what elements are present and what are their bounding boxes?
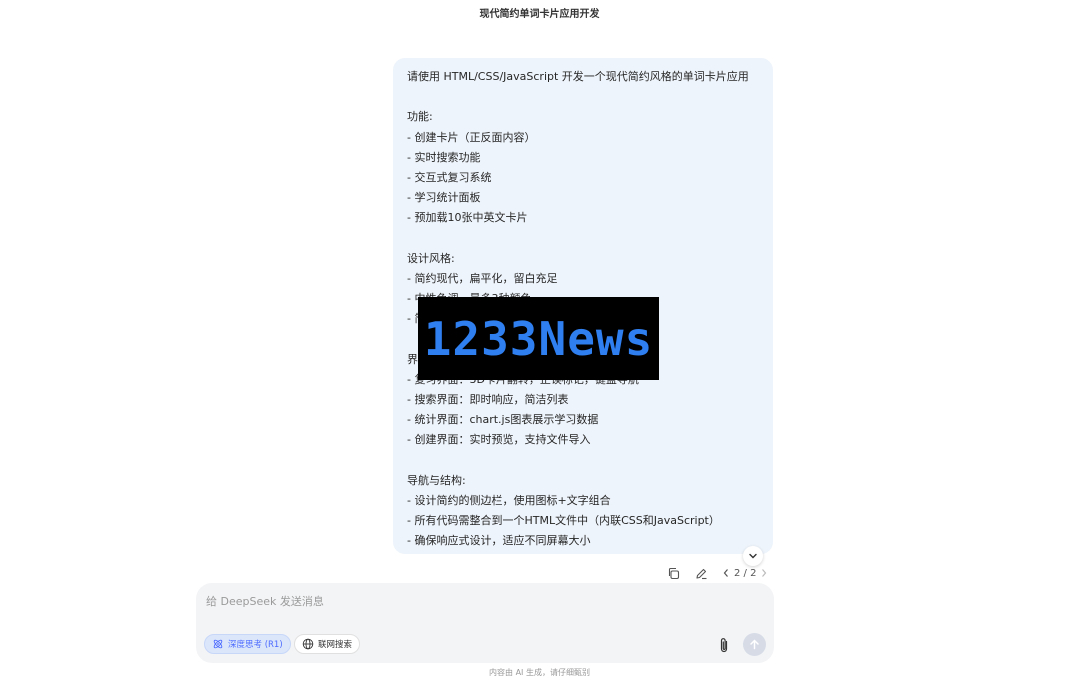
paperclip-icon bbox=[720, 637, 728, 652]
watermark-overlay: 1233News bbox=[418, 297, 659, 380]
message-line bbox=[407, 451, 759, 471]
previous-version-button[interactable] bbox=[720, 566, 732, 580]
watermark-text: 1233News bbox=[423, 311, 654, 366]
message-line: - 预加载10张中英文卡片 bbox=[407, 211, 528, 225]
version-counter: 2 / 2 bbox=[734, 567, 757, 579]
chevron-down-icon bbox=[749, 553, 757, 559]
message-line: - 搜索界面：即时响应，简洁列表 bbox=[407, 393, 569, 406]
version-pager: 2 / 2 bbox=[720, 566, 770, 580]
message-line: - 简约现代，扁平化，留白充足 bbox=[407, 271, 558, 285]
web-search-toggle[interactable]: 联网搜索 bbox=[294, 634, 361, 654]
atom-icon bbox=[213, 639, 223, 649]
message-line bbox=[407, 87, 759, 107]
conversation-title: 现代简约单词卡片应用开发 bbox=[479, 9, 600, 20]
deep-think-label: 深度思考 (R1) bbox=[228, 640, 283, 650]
send-button[interactable] bbox=[743, 633, 766, 656]
message-line: 请使用 HTML/CSS/JavaScript 开发一个现代简约风格的单词卡片应… bbox=[407, 70, 749, 83]
message-line: - 交互式复习系统 bbox=[407, 170, 492, 184]
message-composer: 深度思考 (R1) 联网搜索 bbox=[196, 583, 774, 663]
arrow-up-icon bbox=[750, 639, 759, 650]
message-line: - 设计简约的侧边栏，使用图标+文字组合 bbox=[407, 493, 611, 507]
deep-think-toggle[interactable]: 深度思考 (R1) bbox=[204, 634, 291, 654]
message-line: - 统计界面：chart.js图表展示学习数据 bbox=[407, 413, 599, 427]
edit-icon bbox=[695, 568, 706, 579]
message-line: - 所有代码需整合到一个HTML文件中（内联CSS和JavaScript） bbox=[407, 514, 720, 528]
message-actions: 2 / 2 bbox=[664, 564, 770, 582]
message-line: - 学习统计面板 bbox=[407, 191, 481, 205]
message-line bbox=[407, 229, 759, 249]
message-line: 设计风格: bbox=[407, 251, 455, 265]
message-line: 导航与结构: bbox=[407, 473, 466, 487]
message-input[interactable] bbox=[206, 591, 686, 611]
message-line: - 创建卡片（正反面内容） bbox=[407, 130, 536, 144]
message-line: - 确保响应式设计，适应不同屏幕大小 bbox=[407, 534, 591, 548]
attach-file-button[interactable] bbox=[715, 635, 733, 655]
chevron-left-icon bbox=[723, 569, 728, 577]
next-version-button[interactable] bbox=[758, 566, 770, 580]
ai-disclaimer: 内容由 AI 生成，请仔细甄别 bbox=[489, 668, 590, 677]
chevron-right-icon bbox=[762, 569, 767, 577]
edit-button[interactable] bbox=[692, 564, 710, 582]
globe-icon bbox=[302, 638, 314, 650]
message-line: - 创建界面：实时预览，支持文件导入 bbox=[407, 433, 591, 447]
message-line: - 实时搜索功能 bbox=[407, 150, 481, 164]
message-line: 功能: bbox=[407, 110, 433, 124]
scroll-to-bottom-button[interactable] bbox=[743, 546, 763, 566]
copy-button[interactable] bbox=[664, 564, 682, 582]
web-search-label: 联网搜索 bbox=[318, 640, 353, 650]
copy-icon bbox=[668, 567, 679, 579]
